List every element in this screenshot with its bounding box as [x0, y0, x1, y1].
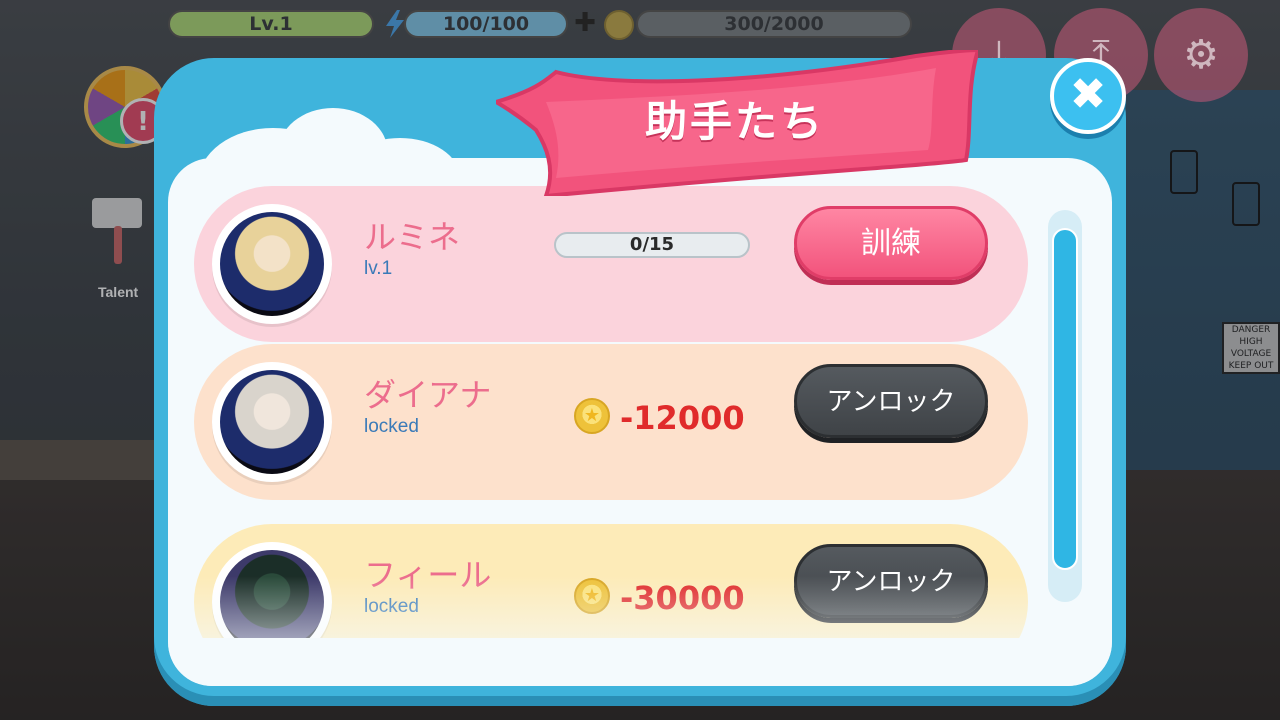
assistant-level: lv.1: [364, 258, 393, 279]
assistant-name: ルミネ: [364, 218, 461, 256]
avatar: [212, 362, 332, 482]
training-progress: 0/15: [554, 232, 750, 258]
avatar: [212, 542, 332, 638]
unlock-cost-value: -12000: [620, 399, 745, 437]
train-button[interactable]: 訓練: [794, 206, 988, 280]
dialog-title: 助手たち: [644, 97, 825, 146]
coin-icon: [574, 578, 610, 614]
list-item-assistant: ルミネ lv.1 0/15 訓練: [194, 186, 1028, 342]
coin-icon: [604, 10, 634, 40]
unlock-cost: -12000: [574, 398, 745, 438]
coin-icon: [574, 398, 610, 434]
assistant-status: locked: [364, 416, 419, 437]
lightning-icon: [384, 10, 406, 38]
unlock-button[interactable]: アンロック: [794, 364, 988, 438]
coins-bar: 300/2000: [636, 10, 912, 38]
close-button[interactable]: ✖: [1050, 58, 1126, 134]
unlock-button[interactable]: アンロック: [794, 544, 988, 618]
assistant-name: フィール: [364, 556, 492, 594]
assistant-status: locked: [364, 596, 419, 617]
energy-bar: 100/100: [404, 10, 568, 38]
unlock-cost-value: -30000: [620, 579, 745, 617]
plus-icon[interactable]: ✚: [572, 10, 598, 36]
level-bar: Lv.1: [168, 10, 374, 38]
assistant-name: ダイアナ: [364, 376, 492, 414]
list-item-assistant: ダイアナ locked -12000 アンロック: [194, 344, 1028, 500]
gear-icon[interactable]: ⚙: [1154, 8, 1248, 102]
unlock-cost: -30000: [574, 578, 745, 618]
assistant-list[interactable]: ルミネ lv.1 0/15 訓練 ダイアナ locked -12000 アンロッ…: [168, 158, 1112, 638]
assistant-list-container[interactable]: ルミネ lv.1 0/15 訓練 ダイアナ locked -12000 アンロッ…: [168, 158, 1112, 686]
scrollbar-thumb[interactable]: [1052, 228, 1078, 570]
list-item-assistant: フィール locked -30000 アンロック: [194, 524, 1028, 638]
close-icon: ✖: [1069, 69, 1107, 120]
avatar: [212, 204, 332, 324]
